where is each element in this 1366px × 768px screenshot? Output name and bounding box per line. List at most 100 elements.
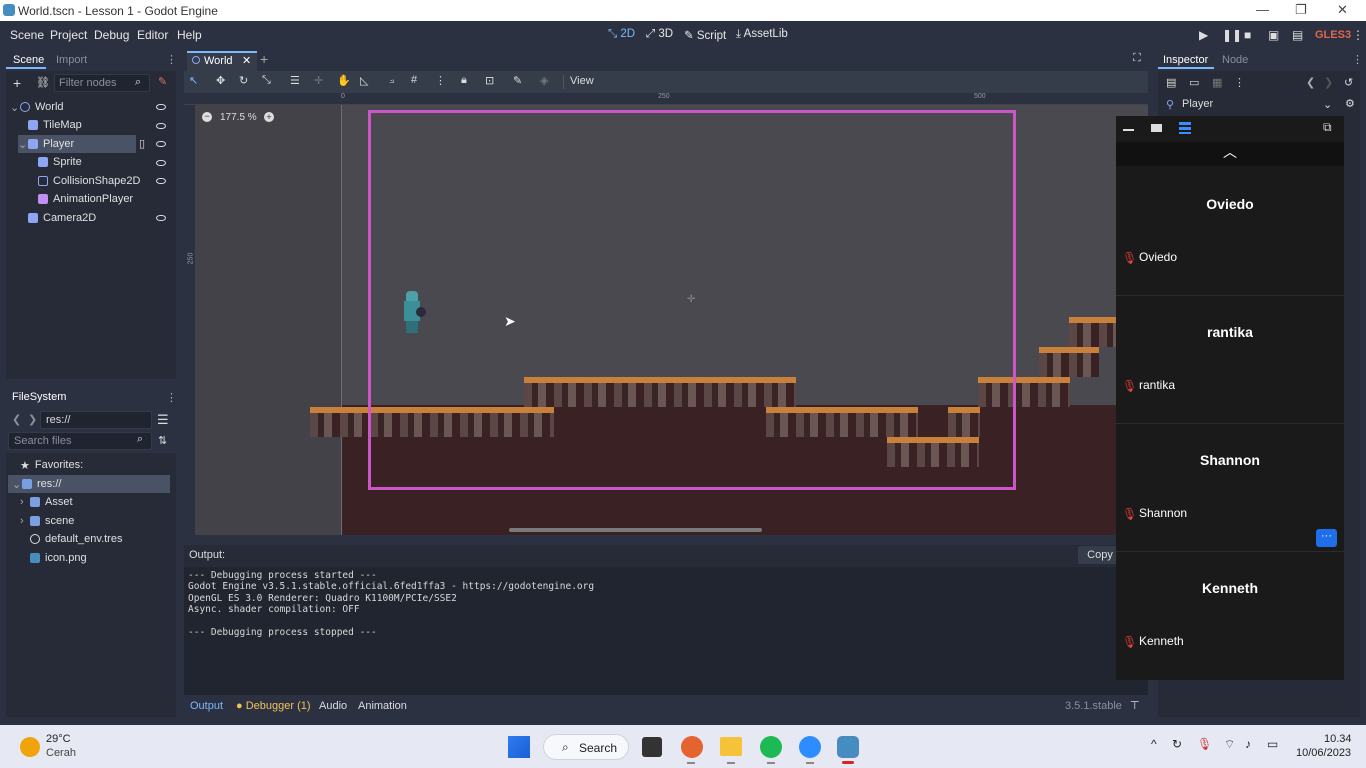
list-view-icon[interactable]: ☰ <box>157 412 169 428</box>
tree-item-tilemap[interactable]: TileMap <box>28 116 82 134</box>
taskbar-search[interactable]: ⌕ Search <box>543 734 629 760</box>
script-attach-icon[interactable]: ✎ <box>158 75 167 88</box>
popout-icon[interactable]: ⧉ <box>1323 120 1332 135</box>
windows-start-icon[interactable] <box>508 736 530 758</box>
tree-item-player[interactable]: ⌄ Player <box>18 135 136 153</box>
menu-editor[interactable]: Editor <box>137 28 168 42</box>
weather-icon[interactable] <box>20 737 40 757</box>
speaker-view-icon[interactable] <box>1151 124 1162 132</box>
sync-icon[interactable]: ↻ <box>1172 737 1182 751</box>
zoom-out-icon[interactable]: − <box>202 112 212 122</box>
fs-item-asset[interactable]: › Asset <box>20 493 73 511</box>
menu-project[interactable]: Project <box>50 28 87 42</box>
scroll-up-button[interactable]: ︿ <box>1116 142 1344 166</box>
renderer-label[interactable]: GLES3 <box>1315 29 1351 41</box>
volume-icon[interactable]: ♪ <box>1245 737 1251 751</box>
visibility-eye-icon[interactable] <box>156 215 166 221</box>
tab-debugger[interactable]: ● Debugger (1) <box>236 700 311 712</box>
tab-world[interactable]: World ✕ <box>187 51 257 71</box>
menu-debug[interactable]: Debug <box>94 28 129 42</box>
list-select-icon[interactable]: ☰ <box>290 74 300 87</box>
firefox-icon[interactable] <box>681 736 703 758</box>
spotify-icon[interactable] <box>760 736 782 758</box>
zoom-level[interactable]: 177.5 % <box>220 112 257 123</box>
participant-tile[interactable]: Oviedo 🎙︎ Oviedo <box>1116 168 1344 296</box>
inspected-object[interactable]: Player <box>1182 98 1213 110</box>
menu-help[interactable]: Help <box>177 28 202 42</box>
tab-node[interactable]: Node <box>1222 54 1248 66</box>
play-icon[interactable]: ▶ <box>1199 28 1208 42</box>
pivot-icon[interactable]: ✛ <box>314 74 323 87</box>
new-resource-icon[interactable]: ▤ <box>1166 76 1176 89</box>
stop-icon[interactable]: ■ <box>1244 28 1251 42</box>
load-resource-icon[interactable]: ▭ <box>1189 76 1199 89</box>
canvas-viewport[interactable]: ✛ ➤ − 177.5 % + <box>196 105 1148 535</box>
chevron-up-icon[interactable]: ^ <box>1151 737 1157 751</box>
tab-inspector[interactable]: Inspector <box>1158 51 1214 69</box>
back-icon[interactable]: ❮ <box>12 413 21 426</box>
open-scene-icon[interactable]: ▯ <box>139 137 145 150</box>
clock-time[interactable]: 10.34 <box>1324 733 1352 745</box>
tab-import[interactable]: Import <box>56 54 87 66</box>
menu-scene[interactable]: Scene <box>10 28 44 42</box>
tab-scene[interactable]: Scene <box>6 51 46 69</box>
maximize-button[interactable]: ❐ <box>1295 2 1307 18</box>
fs-item-default-env[interactable]: default_env.tres <box>30 530 122 548</box>
workspace-2d-button[interactable]: ⤡ 2D <box>608 28 635 41</box>
visibility-eye-icon[interactable] <box>156 141 166 147</box>
link-icon[interactable]: ⛓ <box>36 76 50 89</box>
visibility-eye-icon[interactable] <box>156 160 166 166</box>
rotate-tool-icon[interactable]: ↻ <box>239 74 248 87</box>
smart-snap-icon[interactable]: ⟓ <box>389 74 394 87</box>
clock-date[interactable]: 10/06/2023 <box>1296 747 1351 759</box>
more-options-button[interactable]: ··· <box>1316 529 1337 547</box>
bone-icon[interactable]: ✎ <box>513 74 522 87</box>
history-back-icon[interactable]: ❮ <box>1306 76 1315 89</box>
pan-tool-icon[interactable]: ✋ <box>337 74 351 87</box>
favorites-item[interactable]: ★ Favorites: <box>20 456 83 474</box>
minimize-button[interactable]: — <box>1256 2 1269 17</box>
new-tab-icon[interactable]: + <box>260 51 268 67</box>
visibility-eye-icon[interactable] <box>156 104 166 110</box>
battery-icon[interactable]: ▭ <box>1267 737 1278 751</box>
visibility-eye-icon[interactable] <box>156 178 166 184</box>
filesystem-path-input[interactable]: res:// <box>40 411 152 429</box>
move-tool-icon[interactable]: ✥ <box>216 74 225 87</box>
zoom-icon[interactable] <box>799 736 821 758</box>
ruler-tool-icon[interactable]: ◺ <box>360 74 368 87</box>
fs-item-icon-png[interactable]: icon.png <box>30 549 87 567</box>
pause-icon[interactable]: ❚❚ <box>1222 28 1242 42</box>
scale-tool-icon[interactable]: ⤡ <box>262 74 271 87</box>
microphone-icon[interactable]: 🎙︎ <box>1197 737 1212 751</box>
view-menu[interactable]: View <box>570 75 594 87</box>
play-custom-icon[interactable]: ▤ <box>1292 28 1303 42</box>
object-properties-icon[interactable]: ⚙ <box>1345 97 1355 110</box>
participant-tile[interactable]: Shannon 🎙︎ Shannon <box>1116 424 1344 552</box>
history-forward-icon[interactable]: ❯ <box>1324 76 1333 89</box>
tab-output[interactable]: Output <box>190 700 223 712</box>
grid-snap-icon[interactable]: # <box>411 74 417 86</box>
tree-item-animationplayer[interactable]: AnimationPlayer <box>38 190 133 208</box>
tree-item-world[interactable]: ⌄ World <box>10 98 64 116</box>
play-scene-icon[interactable]: ▣ <box>1268 28 1279 42</box>
tree-item-sprite[interactable]: Sprite <box>38 153 82 171</box>
player-sprite[interactable] <box>404 291 426 333</box>
forward-icon[interactable]: ❯ <box>28 413 37 426</box>
zoom-in-icon[interactable]: + <box>264 112 274 122</box>
add-node-icon[interactable]: + <box>13 75 21 91</box>
lock-icon[interactable]: 🔒︎ <box>461 74 467 87</box>
horizontal-scrollbar[interactable] <box>509 528 762 532</box>
history-icon[interactable]: ↺ <box>1344 76 1353 89</box>
tab-audio[interactable]: Audio <box>319 700 347 712</box>
sort-icon[interactable]: ⇅ <box>158 434 167 447</box>
wifi-icon[interactable]: ⌔ <box>1224 737 1235 752</box>
dock-menu-icon[interactable]: ⋮ <box>166 391 177 404</box>
weather-temp[interactable]: 29°C <box>46 733 71 745</box>
workspace-3d-button[interactable]: ⤢ 3D <box>646 28 673 41</box>
participant-tile[interactable]: rantika 🎙︎ rantika <box>1116 296 1344 424</box>
distraction-free-icon[interactable]: ⛶ <box>1133 52 1141 65</box>
gallery-view-icon[interactable] <box>1179 122 1191 134</box>
save-resource-icon[interactable]: ▦ <box>1212 76 1222 89</box>
dock-menu-icon[interactable]: ⋮ <box>166 53 177 66</box>
workspace-assetlib-button[interactable]: ⤓ AssetLib <box>736 28 788 41</box>
